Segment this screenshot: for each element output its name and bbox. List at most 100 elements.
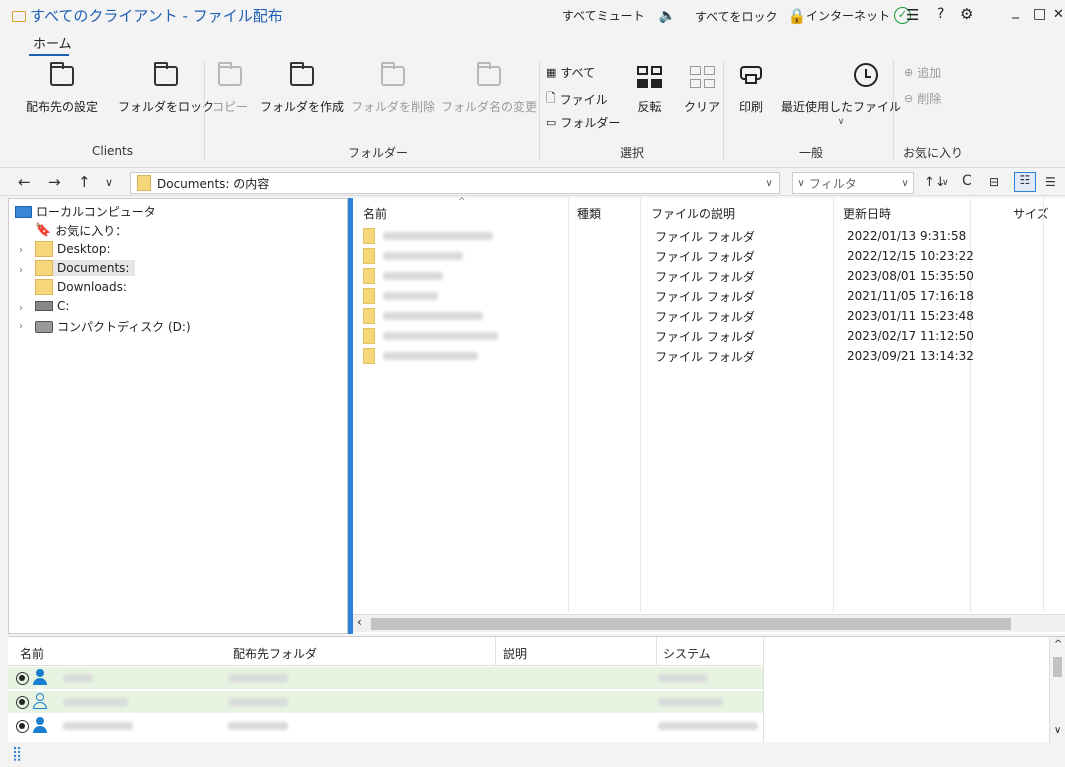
column-header-client-name[interactable]: 名前 xyxy=(20,645,44,662)
expand-arrow-icon[interactable]: › xyxy=(19,303,23,314)
minimize-button[interactable]: _ xyxy=(1012,3,1019,19)
expand-arrow-icon[interactable]: › xyxy=(19,245,23,256)
create-folder-button[interactable]: フォルダを作成 xyxy=(260,62,344,115)
select-files-button[interactable]: 🗋 ファイル xyxy=(546,89,608,110)
path-field[interactable]: Documents: の内容 ∨ xyxy=(130,172,780,194)
select-files-label: ファイル xyxy=(559,93,608,107)
tree-node-local-computer[interactable]: ローカルコンピュータ xyxy=(15,203,156,220)
column-header-type[interactable]: 種類 xyxy=(577,205,601,222)
file-row[interactable]: ファイル フォルダ 2021/11/05 17:16:18 xyxy=(363,286,1063,306)
radio-selected-icon[interactable] xyxy=(16,695,29,709)
internet-button[interactable]: インターネット ✓ xyxy=(806,7,912,24)
mute-all-button[interactable]: すべてミュート 🔈 xyxy=(562,7,676,24)
file-row[interactable]: ファイル フォルダ 2022/01/13 9:31:58 xyxy=(363,226,1063,246)
expand-arrow-icon[interactable]: › xyxy=(19,265,23,276)
file-description: ファイル フォルダ xyxy=(655,269,755,284)
column-header-system[interactable]: システム xyxy=(663,645,711,662)
app-grid-icon[interactable]: ⣿ xyxy=(12,746,22,762)
column-header-client-description[interactable]: 説明 xyxy=(503,645,527,662)
folder-small-icon: ▭ xyxy=(546,116,557,129)
client-row[interactable] xyxy=(8,715,763,737)
lock-folder-button[interactable]: フォルダをロック xyxy=(118,62,214,115)
chevron-down-icon[interactable]: ∨ xyxy=(942,178,949,188)
column-header-name[interactable]: 名前 xyxy=(363,205,387,222)
recent-files-button[interactable]: 最近使用したファイル ∨ xyxy=(781,62,901,127)
tab-home[interactable]: ホーム xyxy=(29,33,72,56)
client-row[interactable] xyxy=(8,667,763,689)
file-row[interactable]: ファイル フォルダ 2022/12/15 10:23:22 xyxy=(363,246,1063,266)
radio-selected-icon[interactable] xyxy=(16,671,29,685)
file-row[interactable]: ファイル フォルダ 2023/08/01 15:35:50 xyxy=(363,266,1063,286)
tree-node-downloads[interactable]: Downloads: xyxy=(35,279,127,295)
scroll-left-icon[interactable]: ‹ xyxy=(357,615,362,629)
scroll-thumb[interactable] xyxy=(371,618,1011,630)
minimize-icon: _ xyxy=(1012,3,1019,19)
horizontal-scrollbar[interactable]: ‹ › xyxy=(353,614,1065,632)
rename-folder-button[interactable]: フォルダ名の変更 xyxy=(441,62,537,115)
settings-button[interactable]: ⚙ xyxy=(960,5,973,23)
chevron-down-icon[interactable]: ∨ xyxy=(793,178,809,189)
filter-input[interactable]: ∨ フィルタ ∨ xyxy=(792,172,914,194)
tree-node-favorites[interactable]: 🔖 お気に入り： xyxy=(35,222,127,239)
gear-icon: ⚙ xyxy=(960,5,974,23)
invert-label: 反転 xyxy=(637,100,662,114)
chevron-down-icon[interactable]: ∨ xyxy=(761,178,777,189)
group-label-folder: フォルダー xyxy=(348,146,409,160)
details-view-icon[interactable]: ☷ xyxy=(1014,172,1036,192)
vertical-scrollbar[interactable]: ^ ∨ xyxy=(1049,637,1065,743)
tree-node-d-drive[interactable]: コンパクトディスク (D:) xyxy=(35,318,191,335)
group-label-general: 一般 xyxy=(799,146,824,160)
scroll-down-icon[interactable]: ∨ xyxy=(1054,725,1061,736)
maximize-button[interactable]: □ xyxy=(1033,6,1046,22)
select-all-label: すべて xyxy=(560,66,596,80)
set-destination-button[interactable]: 配布先の設定 xyxy=(26,62,98,115)
column-divider xyxy=(656,637,657,665)
tree-node-c-drive[interactable]: C: xyxy=(35,299,69,313)
scroll-thumb[interactable] xyxy=(1053,657,1062,677)
lock-all-button[interactable]: すべてをロック 🔒 xyxy=(695,7,806,25)
file-name-redacted xyxy=(383,312,483,320)
file-modified: 2023/01/11 15:23:48 xyxy=(847,309,974,323)
invert-button[interactable]: 反転 xyxy=(637,62,662,115)
refresh-button[interactable]: C xyxy=(962,173,972,189)
file-row[interactable]: ファイル フォルダ 2023/09/21 13:14:32 xyxy=(363,346,1063,366)
tree-node-documents[interactable]: Documents: xyxy=(35,260,136,276)
title-bar: すべてのクライアント - ファイル配布 すべてミュート 🔈 すべてをロック 🔒 … xyxy=(0,0,1065,32)
client-folder-redacted xyxy=(228,722,288,730)
scroll-up-icon[interactable]: ^ xyxy=(1054,639,1062,650)
column-header-modified[interactable]: 更新日時 xyxy=(843,205,891,222)
column-header-description[interactable]: ファイルの説明 xyxy=(651,205,735,222)
up-button[interactable]: ↑ xyxy=(78,173,91,191)
status-bar: ⣿ xyxy=(0,742,1065,767)
file-modified: 2021/11/05 17:16:18 xyxy=(847,289,974,303)
folder-icon xyxy=(363,268,375,284)
clear-button[interactable]: クリア xyxy=(684,62,720,115)
close-button[interactable]: ✕ xyxy=(1053,7,1064,22)
folder-icon xyxy=(363,248,375,264)
client-system-redacted xyxy=(658,698,723,706)
list-view-icon[interactable]: ☰ xyxy=(1045,175,1056,189)
favorites-add-button[interactable]: ⊕ 追加 xyxy=(904,64,941,81)
print-button[interactable]: 印刷 xyxy=(736,62,766,115)
tree-node-desktop[interactable]: Desktop: xyxy=(35,241,111,257)
client-row[interactable] xyxy=(8,691,763,713)
chevron-down-icon[interactable]: ∨ xyxy=(897,178,913,189)
expand-arrow-icon[interactable]: › xyxy=(19,321,23,332)
file-row[interactable]: ファイル フォルダ 2023/02/17 11:12:50 xyxy=(363,326,1063,346)
bookmark-icon: 🔖 xyxy=(35,223,52,238)
forward-button[interactable]: → xyxy=(48,173,61,191)
preview-pane-icon[interactable]: ⊟ xyxy=(989,175,999,189)
disc-drive-icon xyxy=(35,320,53,333)
back-button[interactable]: ← xyxy=(18,173,31,191)
copy-button[interactable]: コピー xyxy=(212,62,248,115)
favorites-remove-button[interactable]: ⊖ 削除 xyxy=(904,90,941,107)
menu-button[interactable]: ☰ xyxy=(906,6,919,24)
radio-selected-icon[interactable] xyxy=(16,719,29,733)
help-button[interactable]: ? xyxy=(937,6,944,22)
select-all-button[interactable]: ▦ すべて xyxy=(546,64,595,81)
history-dropdown[interactable]: ∨ xyxy=(105,176,113,189)
column-header-dest-folder[interactable]: 配布先フォルダ xyxy=(233,645,317,662)
file-row[interactable]: ファイル フォルダ 2023/01/11 15:23:48 xyxy=(363,306,1063,326)
select-folders-button[interactable]: ▭ フォルダー xyxy=(546,114,620,131)
delete-folder-button[interactable]: フォルダを削除 xyxy=(351,62,435,115)
